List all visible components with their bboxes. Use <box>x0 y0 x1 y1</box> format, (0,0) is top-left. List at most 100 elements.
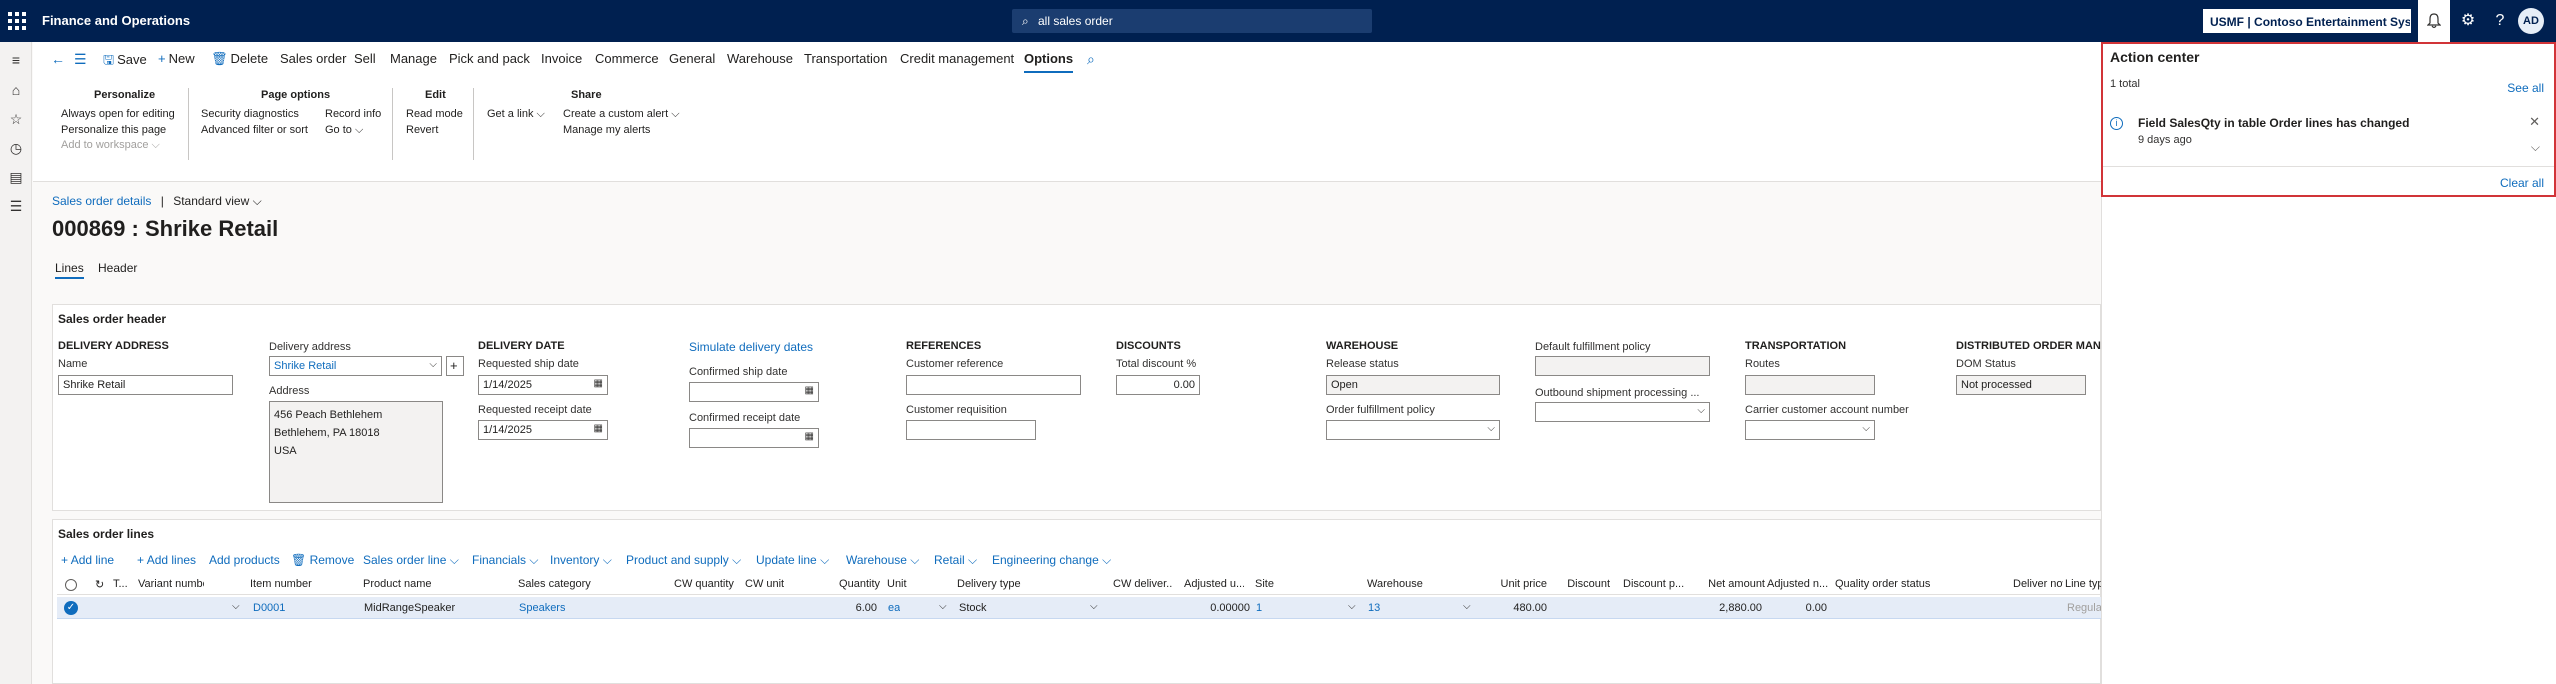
help-icon[interactable]: ? <box>2491 12 2509 30</box>
product-and-supply-menu[interactable]: Product and supply ⌵ <box>626 553 741 568</box>
tab-general[interactable]: General <box>669 51 715 73</box>
actions-menu-icon[interactable]: ☰ <box>74 51 87 73</box>
back-arrow-icon[interactable]: ← <box>51 51 65 73</box>
simulate-delivery-dates-link[interactable]: Simulate delivery dates <box>689 340 813 354</box>
breadcrumb-link[interactable]: Sales order details <box>52 194 151 208</box>
delete-button[interactable]: 🗑 Delete <box>211 51 268 73</box>
hamburger-menu-icon[interactable]: ≡ <box>7 51 25 69</box>
calendar-icon[interactable]: ▦ <box>594 378 603 389</box>
chevron-down-icon[interactable]: ⌵ <box>1348 601 1356 612</box>
tab-sell[interactable]: Sell <box>354 51 376 73</box>
personalize-this-page-link[interactable]: Personalize this page <box>61 124 166 136</box>
column-header[interactable]: Sales category <box>518 578 608 590</box>
advanced-filter-link[interactable]: Advanced filter or sort <box>201 124 308 136</box>
order-fulfillment-policy-select[interactable]: ⌵ <box>1326 420 1500 440</box>
section-title[interactable]: Sales order header <box>58 312 166 326</box>
retail-menu[interactable]: Retail ⌵ <box>934 553 977 568</box>
chevron-down-icon[interactable]: ⌵ <box>1090 601 1098 612</box>
warehouse-menu[interactable]: Warehouse ⌵ <box>846 553 919 568</box>
column-header[interactable]: Item number <box>250 578 316 590</box>
save-button[interactable]: 🖫 Save <box>103 51 147 73</box>
search-box[interactable]: ⌕ all sales order <box>1012 9 1372 33</box>
notification-message[interactable]: Field SalesQty in table Order lines has … <box>2138 116 2409 130</box>
column-header[interactable]: Site <box>1255 578 1315 590</box>
app-launcher-icon[interactable] <box>8 12 26 30</box>
adjusted-net-cell[interactable]: 0.00 <box>1767 602 1827 614</box>
chevron-down-icon[interactable]: ⌵ <box>939 601 947 612</box>
column-header[interactable]: CW quantity <box>674 578 740 590</box>
adjusted-unit-cell[interactable]: 0.00000 <box>1184 602 1250 614</box>
column-header[interactable]: CW unit <box>745 578 785 590</box>
tab-pick-and-pack[interactable]: Pick and pack <box>449 51 530 73</box>
security-diagnostics-link[interactable]: Security diagnostics <box>201 108 299 120</box>
remove-button[interactable]: 🗑 Remove <box>291 553 354 567</box>
confirmed-receipt-date-field[interactable]: ▦ <box>689 428 819 448</box>
new-button[interactable]: + New <box>158 51 195 73</box>
tab-header[interactable]: Header <box>98 261 137 279</box>
delivery-type-cell[interactable]: Stock <box>959 602 987 614</box>
tab-sales-order[interactable]: Sales order <box>280 51 346 73</box>
refresh-icon[interactable]: ↻ <box>95 578 104 591</box>
clear-all-link[interactable]: Clear all <box>2500 176 2544 190</box>
record-info-link[interactable]: Record info <box>325 108 381 120</box>
warehouse-cell[interactable]: 13 <box>1368 602 1380 614</box>
create-custom-alert-menu[interactable]: Create a custom alert ⌵ <box>563 108 680 121</box>
add-address-button[interactable]: + <box>446 356 464 376</box>
workspace-icon[interactable]: ▤ <box>7 168 25 186</box>
get-a-link-menu[interactable]: Get a link ⌵ <box>487 108 545 121</box>
chevron-down-icon[interactable]: ⌵ <box>2531 140 2540 155</box>
update-line-menu[interactable]: Update line ⌵ <box>756 553 829 568</box>
requested-receipt-date-field[interactable]: 1/14/2025 ▦ <box>478 420 608 440</box>
column-header[interactable]: T... <box>113 578 133 590</box>
requested-ship-date-field[interactable]: 1/14/2025 ▦ <box>478 375 608 395</box>
tab-credit-management[interactable]: Credit management <box>900 51 1014 73</box>
tab-transportation[interactable]: Transportation <box>804 51 887 73</box>
delivery-address-select[interactable]: Shrike Retail ⌵ <box>269 356 442 376</box>
column-header[interactable]: Adjusted u... <box>1184 578 1244 590</box>
tab-lines[interactable]: Lines <box>55 261 84 279</box>
see-all-link[interactable]: See all <box>2507 81 2544 95</box>
notification-bell-button[interactable] <box>2418 0 2450 42</box>
gear-icon[interactable]: ⚙ <box>2459 12 2477 30</box>
tab-options[interactable]: Options <box>1024 51 1074 73</box>
column-header[interactable]: Product name <box>363 578 453 590</box>
calendar-icon[interactable]: ▦ <box>594 423 603 434</box>
clock-icon[interactable]: ◷ <box>7 139 25 157</box>
chevron-down-icon[interactable]: ⌵ <box>232 601 240 612</box>
column-header[interactable]: Quantity <box>807 578 880 590</box>
section-title[interactable]: Sales order lines <box>58 527 154 541</box>
column-header[interactable]: Deliver now <box>2013 578 2063 590</box>
customer-requisition-field[interactable] <box>906 420 1036 440</box>
avatar[interactable]: AD <box>2518 8 2544 34</box>
column-header[interactable]: Net amount <box>1697 578 1765 590</box>
quantity-cell[interactable]: 6.00 <box>807 602 877 614</box>
engineering-change-menu[interactable]: Engineering change ⌵ <box>992 553 1111 568</box>
modules-list-icon[interactable]: ☰ <box>7 197 25 215</box>
financials-menu[interactable]: Financials ⌵ <box>472 553 538 568</box>
search-icon[interactable]: ⌕ <box>1087 51 1095 73</box>
close-icon[interactable]: ✕ <box>2529 114 2540 130</box>
add-line-button[interactable]: + Add line <box>61 553 114 567</box>
column-header[interactable]: Unit <box>887 578 927 590</box>
column-header[interactable]: Adjusted n... <box>1767 578 1833 590</box>
item-number-cell[interactable]: D0001 <box>253 602 285 614</box>
column-header[interactable]: Variant number <box>138 578 204 590</box>
carrier-account-select[interactable]: ⌵ <box>1745 420 1875 440</box>
company-picker[interactable]: USMF | Contoso Entertainment Syste... <box>2203 9 2411 33</box>
tab-commerce[interactable]: Commerce <box>595 51 659 73</box>
name-field[interactable]: Shrike Retail <box>58 375 233 395</box>
sales-order-line-menu[interactable]: Sales order line ⌵ <box>363 553 459 568</box>
tab-manage[interactable]: Manage <box>390 51 437 73</box>
add-lines-button[interactable]: + Add lines <box>137 553 196 567</box>
column-header[interactable]: Unit price <box>1477 578 1547 590</box>
select-all-checkbox[interactable] <box>65 579 77 591</box>
revert-link[interactable]: Revert <box>406 124 438 136</box>
unit-cell[interactable]: ea <box>888 602 900 614</box>
confirmed-ship-date-field[interactable]: ▦ <box>689 382 819 402</box>
always-open-for-editing-link[interactable]: Always open for editing <box>61 108 175 120</box>
column-header[interactable]: Delivery type <box>957 578 1037 590</box>
go-to-menu[interactable]: Go to ⌵ <box>325 124 363 137</box>
column-header[interactable]: Discount p... <box>1623 578 1689 590</box>
table-row[interactable]: ✓ ⌵ D0001 MidRangeSpeaker Speakers 6.00 … <box>57 597 2106 619</box>
calendar-icon[interactable]: ▦ <box>805 385 814 396</box>
